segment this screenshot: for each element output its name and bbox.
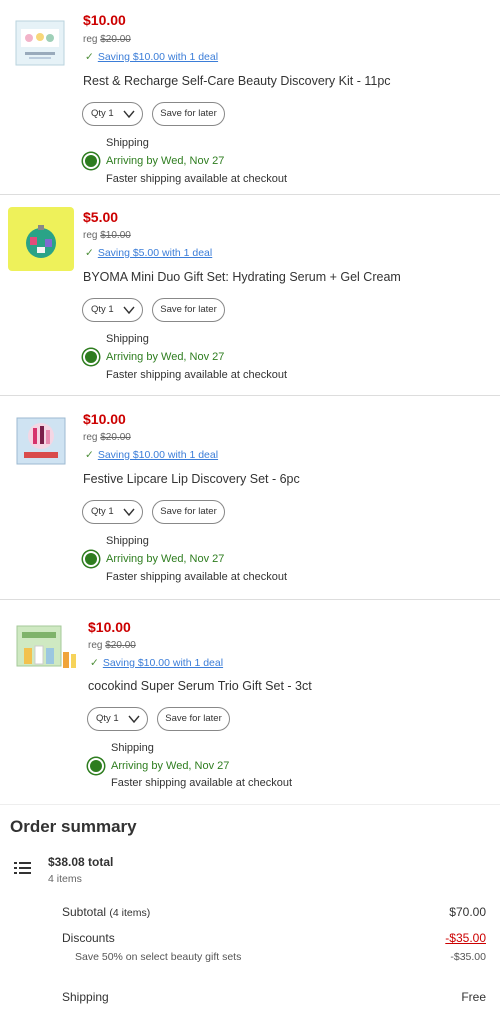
faster-shipping-note: Faster shipping available at checkout bbox=[106, 369, 287, 381]
shipping-selected-icon[interactable] bbox=[83, 349, 99, 365]
product-title[interactable]: cocokind Super Serum Trio Gift Set - 3ct bbox=[88, 679, 312, 693]
regular-price: reg $20.00 bbox=[83, 432, 131, 443]
shipping-selected-icon[interactable] bbox=[83, 551, 99, 567]
faster-shipping-note: Faster shipping available at checkout bbox=[111, 777, 292, 789]
discount-detail-value: -$35.00 bbox=[450, 951, 486, 963]
lipcare-set-image bbox=[16, 417, 66, 465]
sale-price: $10.00 bbox=[83, 12, 126, 28]
cart-item: $10.00 reg $20.00 ✓ Saving $10.00 with 1 … bbox=[0, 600, 500, 804]
product-image[interactable] bbox=[15, 17, 65, 67]
arrival-date: Arriving by Wed, Nov 27 bbox=[106, 553, 225, 565]
faster-shipping-note: Faster shipping available at checkout bbox=[106, 571, 287, 583]
product-title[interactable]: BYOMA Mini Duo Gift Set: Hydrating Serum… bbox=[83, 270, 401, 284]
discounts-value[interactable]: -$35.00 bbox=[445, 931, 486, 945]
subtotal-value: $70.00 bbox=[449, 905, 486, 919]
divider bbox=[0, 804, 500, 805]
arrival-date: Arriving by Wed, Nov 27 bbox=[106, 155, 225, 167]
save-for-later-button[interactable]: Save for later bbox=[152, 500, 225, 524]
shipping-selected-icon[interactable] bbox=[88, 758, 104, 774]
subtotal-label: Subtotal (4 items) bbox=[62, 905, 151, 919]
gift-kit-image bbox=[15, 20, 65, 66]
discount-detail-label: Save 50% on select beauty gift sets bbox=[75, 951, 242, 963]
faster-shipping-note: Faster shipping available at checkout bbox=[106, 173, 287, 185]
chevron-down-icon bbox=[123, 508, 135, 517]
deal-link[interactable]: ✓ Saving $10.00 with 1 deal bbox=[85, 449, 218, 461]
fulfillment-label: Shipping bbox=[106, 333, 149, 345]
save-for-later-button[interactable]: Save for later bbox=[152, 298, 225, 322]
order-summary-heading: Order summary bbox=[10, 817, 137, 836]
product-title[interactable]: Festive Lipcare Lip Discovery Set - 6pc bbox=[83, 472, 300, 486]
product-image[interactable] bbox=[16, 624, 78, 672]
shipping-value: Free bbox=[461, 990, 486, 1004]
quantity-select[interactable]: Qty 1 bbox=[82, 500, 143, 524]
deal-link[interactable]: ✓ Saving $10.00 with 1 deal bbox=[85, 51, 218, 63]
fulfillment-label: Shipping bbox=[111, 742, 154, 754]
order-total: $38.08 total bbox=[48, 855, 114, 869]
item-count: 4 items bbox=[48, 873, 82, 885]
save-for-later-button[interactable]: Save for later bbox=[157, 707, 230, 731]
shipping-selected-icon[interactable] bbox=[83, 153, 99, 169]
check-icon: ✓ bbox=[85, 449, 94, 461]
deal-link[interactable]: ✓ Saving $5.00 with 1 deal bbox=[85, 247, 212, 259]
regular-price: reg $20.00 bbox=[88, 640, 136, 651]
cart-item: $10.00 reg $20.00 ✓ Saving $10.00 with 1 … bbox=[0, 396, 500, 598]
chevron-down-icon bbox=[128, 715, 140, 724]
list-icon bbox=[14, 862, 31, 874]
check-icon: ✓ bbox=[85, 247, 94, 259]
arrival-date: Arriving by Wed, Nov 27 bbox=[106, 351, 225, 363]
discounts-label: Discounts bbox=[62, 931, 115, 945]
cart-item: $10.00 reg $20.00 ✓ Saving $10.00 with 1 … bbox=[0, 0, 500, 194]
sale-price: $10.00 bbox=[88, 619, 131, 635]
sale-price: $10.00 bbox=[83, 411, 126, 427]
check-icon: ✓ bbox=[85, 51, 94, 63]
arrival-date: Arriving by Wed, Nov 27 bbox=[111, 760, 230, 772]
quantity-select[interactable]: Qty 1 bbox=[82, 102, 143, 126]
save-for-later-button[interactable]: Save for later bbox=[152, 102, 225, 126]
serum-trio-image bbox=[16, 625, 76, 668]
chevron-down-icon bbox=[123, 110, 135, 119]
fulfillment-label: Shipping bbox=[106, 137, 149, 149]
shipping-label: Shipping bbox=[62, 990, 109, 1004]
regular-price: reg $10.00 bbox=[83, 230, 131, 241]
quantity-select[interactable]: Qty 1 bbox=[87, 707, 148, 731]
sale-price: $5.00 bbox=[83, 209, 119, 225]
product-title[interactable]: Rest & Recharge Self-Care Beauty Discove… bbox=[83, 74, 391, 88]
product-image[interactable] bbox=[8, 207, 74, 271]
product-image[interactable] bbox=[16, 416, 66, 466]
check-icon: ✓ bbox=[90, 657, 99, 669]
fulfillment-label: Shipping bbox=[106, 535, 149, 547]
regular-price: reg $20.00 bbox=[83, 34, 131, 45]
ornament-gift-image bbox=[8, 207, 74, 271]
deal-link[interactable]: ✓ Saving $10.00 with 1 deal bbox=[90, 657, 223, 669]
chevron-down-icon bbox=[123, 306, 135, 315]
cart-item: $5.00 reg $10.00 ✓ Saving $5.00 with 1 de… bbox=[0, 195, 500, 395]
quantity-select[interactable]: Qty 1 bbox=[82, 298, 143, 322]
